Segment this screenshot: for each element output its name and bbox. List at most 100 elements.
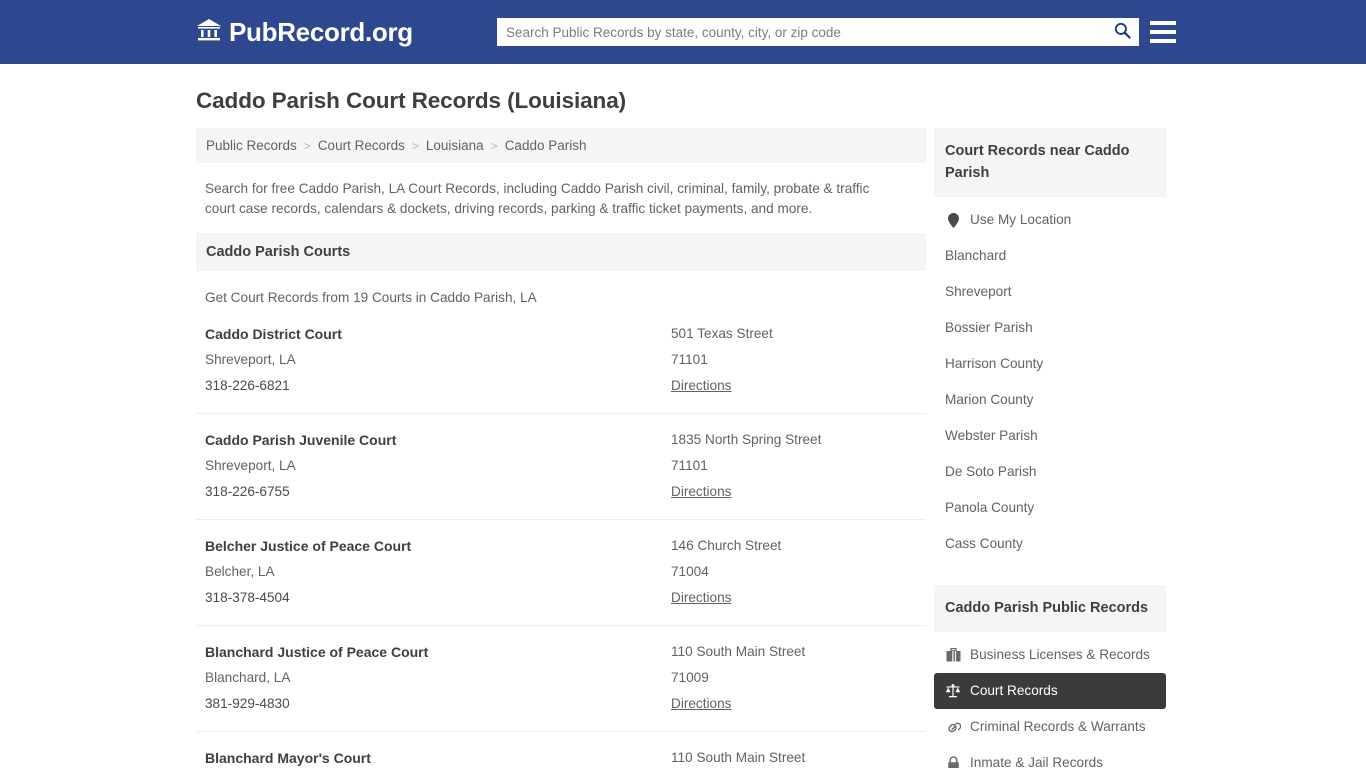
- court-info-left: Belcher Justice of Peace Court Belcher, …: [205, 533, 671, 611]
- table-row: Belcher Justice of Peace Court Belcher, …: [196, 519, 926, 625]
- courts-list: Caddo District Court Shreveport, LA 318-…: [196, 321, 926, 768]
- main-column: Public Records > Court Records > Louisia…: [196, 128, 926, 768]
- breadcrumb-separator-icon: >: [303, 138, 311, 153]
- sidebar-item-shreveport[interactable]: Shreveport: [934, 274, 1166, 310]
- bank-building-icon: [196, 18, 222, 47]
- table-row: Blanchard Mayor's Court Blanchard, LA 31…: [196, 731, 926, 768]
- search-button[interactable]: [1105, 18, 1139, 46]
- breadcrumb-separator-icon: >: [411, 138, 419, 153]
- page-intro-text: Search for free Caddo Parish, LA Court R…: [205, 181, 870, 216]
- court-name[interactable]: Belcher Justice of Peace Court: [205, 533, 671, 559]
- breadcrumb: Public Records > Court Records > Louisia…: [196, 128, 926, 163]
- sidebar-item-label: Court Records: [970, 683, 1058, 698]
- briefcase-icon: [945, 647, 961, 663]
- sidebar-item-label: Use My Location: [970, 212, 1072, 227]
- sidebar-item-label: Blanchard: [945, 248, 1007, 263]
- breadcrumb-item-caddo-parish[interactable]: Caddo Parish: [505, 138, 587, 153]
- search-input[interactable]: [497, 19, 1105, 45]
- sidebar-item-label: Shreveport: [945, 284, 1012, 299]
- sidebar-item-label: Marion County: [945, 392, 1034, 407]
- court-info-right: 1835 North Spring Street 71101 Direction…: [671, 427, 926, 505]
- court-info-right: 146 Church Street 71004 Directions: [671, 533, 926, 611]
- breadcrumb-separator-icon: >: [490, 138, 498, 153]
- site-logo-link[interactable]: PubRecord.org: [196, 17, 413, 48]
- table-row: Blanchard Justice of Peace Court Blancha…: [196, 625, 926, 731]
- sidebar-item-label: Cass County: [945, 536, 1023, 551]
- sidebar-public-records-list: Business Licenses & Records Court Record…: [934, 632, 1166, 768]
- court-street: 501 Texas Street: [671, 326, 773, 341]
- sidebar-nearby-heading: Court Records near Caddo Parish: [934, 128, 1166, 197]
- table-row: Caddo District Court Shreveport, LA 318-…: [196, 321, 926, 413]
- sidebar-item-use-my-location[interactable]: Use My Location: [934, 202, 1166, 238]
- court-city: Blanchard, LA: [205, 670, 291, 685]
- link-chain-icon: [945, 719, 961, 735]
- court-street: 110 South Main Street: [671, 644, 806, 659]
- scales-of-justice-icon: [945, 683, 961, 699]
- court-zip: 71101: [671, 352, 708, 367]
- sidebar-item-cass-county[interactable]: Cass County: [934, 526, 1166, 562]
- content-layout: Public Records > Court Records > Louisia…: [196, 128, 1170, 768]
- court-city: Shreveport, LA: [205, 458, 296, 473]
- sidebar-item-harrison-county[interactable]: Harrison County: [934, 346, 1166, 382]
- directions-link[interactable]: Directions: [671, 479, 731, 505]
- court-phone: 318-226-6821: [205, 378, 290, 393]
- court-zip: 71004: [671, 564, 709, 579]
- sidebar: Court Records near Caddo Parish Use My L…: [934, 128, 1166, 768]
- sidebar-item-court-records[interactable]: Court Records: [934, 673, 1166, 709]
- page-title: Caddo Parish Court Records (Louisiana): [196, 88, 627, 113]
- sidebar-item-label: Bossier Parish: [945, 320, 1033, 335]
- sidebar-item-business-licenses[interactable]: Business Licenses & Records: [934, 637, 1166, 673]
- sidebar-item-label: Harrison County: [945, 356, 1044, 371]
- directions-link[interactable]: Directions: [671, 691, 731, 717]
- court-phone: 381-929-4830: [205, 696, 290, 711]
- courts-section-heading: Caddo Parish Courts: [196, 233, 926, 271]
- court-name[interactable]: Blanchard Justice of Peace Court: [205, 639, 671, 665]
- sidebar-public-records-heading: Caddo Parish Public Records: [934, 585, 1166, 632]
- court-city: Belcher, LA: [205, 564, 275, 579]
- breadcrumb-item-louisiana[interactable]: Louisiana: [426, 138, 484, 153]
- court-info-left: Caddo Parish Juvenile Court Shreveport, …: [205, 427, 671, 505]
- sidebar-item-blanchard[interactable]: Blanchard: [934, 238, 1166, 274]
- court-info-right: 501 Texas Street 71101 Directions: [671, 321, 926, 399]
- sidebar-item-webster-parish[interactable]: Webster Parish: [934, 418, 1166, 454]
- sidebar-item-label: Panola County: [945, 500, 1035, 515]
- sidebar-item-marion-county[interactable]: Marion County: [934, 382, 1166, 418]
- court-info-left: Caddo District Court Shreveport, LA 318-…: [205, 321, 671, 399]
- search-bar[interactable]: [497, 18, 1139, 46]
- map-pin-icon: [945, 212, 961, 228]
- sidebar-nearby-list: Use My Location Blanchard Shreveport Bos…: [934, 197, 1166, 562]
- court-name[interactable]: Caddo Parish Juvenile Court: [205, 427, 671, 453]
- sidebar-item-inmate-jail-records[interactable]: Inmate & Jail Records: [934, 745, 1166, 768]
- sidebar-item-panola-county[interactable]: Panola County: [934, 490, 1166, 526]
- sidebar-item-label: Webster Parish: [945, 428, 1038, 443]
- sidebar-item-label: De Soto Parish: [945, 464, 1037, 479]
- sidebar-item-label: Criminal Records & Warrants: [970, 719, 1146, 734]
- court-street: 146 Church Street: [671, 538, 782, 553]
- court-street: 110 South Main Street: [671, 750, 806, 765]
- sidebar-item-bossier-parish[interactable]: Bossier Parish: [934, 310, 1166, 346]
- page-container: Caddo Parish Court Records (Louisiana) P…: [0, 88, 1366, 768]
- sidebar-item-label: Inmate & Jail Records: [970, 755, 1103, 768]
- breadcrumb-item-court-records[interactable]: Court Records: [318, 138, 405, 153]
- court-phone: 318-378-4504: [205, 590, 290, 605]
- sidebar-item-criminal-records[interactable]: Criminal Records & Warrants: [934, 709, 1166, 745]
- court-info-right: 110 South Main Street 71009 Directions: [671, 639, 926, 717]
- hamburger-menu-icon: [1150, 39, 1176, 43]
- sidebar-item-label: Business Licenses & Records: [970, 647, 1150, 662]
- brand-name: PubRecord.org: [229, 16, 413, 47]
- hamburger-menu-icon: [1150, 21, 1176, 25]
- court-info-left: Blanchard Justice of Peace Court Blancha…: [205, 639, 671, 717]
- courts-section-subheading: Get Court Records from 19 Courts in Cadd…: [205, 290, 537, 305]
- court-info-right: 110 South Main Street 71009 Directions: [671, 745, 926, 768]
- court-name[interactable]: Caddo District Court: [205, 321, 671, 347]
- breadcrumb-item-public-records[interactable]: Public Records: [206, 138, 297, 153]
- hamburger-menu-icon: [1150, 30, 1176, 34]
- sidebar-item-de-soto-parish[interactable]: De Soto Parish: [934, 454, 1166, 490]
- court-name[interactable]: Blanchard Mayor's Court: [205, 745, 671, 768]
- search-icon: [1114, 22, 1131, 42]
- hamburger-menu-button[interactable]: [1150, 19, 1176, 45]
- directions-link[interactable]: Directions: [671, 373, 731, 399]
- directions-link[interactable]: Directions: [671, 585, 731, 611]
- court-street: 1835 North Spring Street: [671, 432, 822, 447]
